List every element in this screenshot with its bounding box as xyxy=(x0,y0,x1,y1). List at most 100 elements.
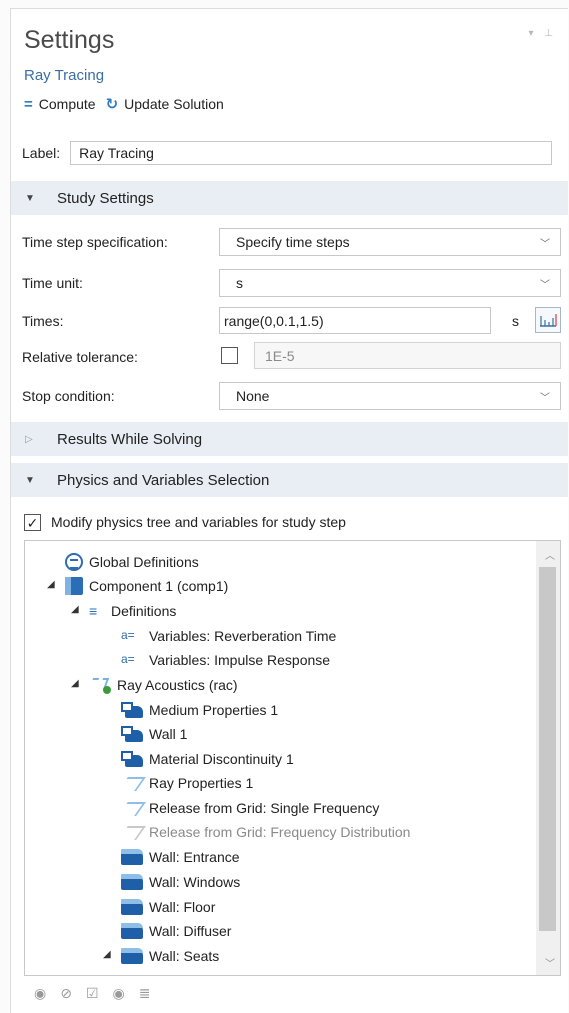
stop-condition-value: None xyxy=(236,388,270,404)
radio-icon[interactable]: ◉ xyxy=(113,985,125,1002)
wall-icon xyxy=(121,849,143,865)
tree-item-definitions[interactable]: ≡ Definitions xyxy=(89,600,176,622)
tree-scrollbar[interactable]: ︿ ﹀ xyxy=(536,541,560,975)
collapse-arrow-icon: ▼ xyxy=(25,192,35,204)
rel-tol-value: 1E-5 xyxy=(265,347,295,364)
tree-item-variables-reverberation[interactable]: a= Variables: Reverberation Time xyxy=(121,625,336,647)
disable-icon[interactable]: ⊘ xyxy=(60,985,72,1002)
chevron-down-icon: ﹀ xyxy=(540,393,550,404)
range-button[interactable] xyxy=(535,307,561,333)
section-title: Physics and Variables Selection xyxy=(57,471,270,489)
tree-item-material-discontinuity[interactable]: Material Discontinuity 1 xyxy=(121,748,294,770)
tree-item-wall-entrance[interactable]: Wall: Entrance xyxy=(121,846,240,868)
rel-tol-label: Relative tolerance: xyxy=(22,349,138,365)
scroll-down-icon[interactable]: ﹀ xyxy=(545,955,555,970)
time-unit-value: s xyxy=(236,275,243,291)
label-input[interactable] xyxy=(70,141,553,165)
refresh-icon: ↻ xyxy=(105,96,119,113)
tree-item-ray-acoustics[interactable]: Ray Acoustics (rac) xyxy=(89,674,238,696)
enable-icon[interactable]: ◉ xyxy=(34,985,46,1002)
ray-properties-icon xyxy=(121,775,143,791)
variables-icon: a= xyxy=(121,628,135,642)
compute-label: Compute xyxy=(38,96,96,112)
modify-physics-checkbox[interactable]: ✓ xyxy=(24,514,41,531)
wall-icon xyxy=(121,948,143,964)
stop-condition-row: Stop condition: xyxy=(22,388,218,404)
expand-toggle-icon[interactable]: ◢ xyxy=(71,678,79,689)
definitions-icon: ≡ xyxy=(89,603,98,619)
expand-toggle-icon[interactable]: ◢ xyxy=(103,949,111,960)
release-grid-icon xyxy=(121,800,143,816)
times-row: Times: xyxy=(22,313,218,329)
times-input[interactable]: range(0,0.1,1.5) xyxy=(219,307,491,334)
tree-item-wall-1[interactable]: Wall 1 xyxy=(121,723,187,745)
wall-icon xyxy=(121,726,143,742)
physics-tree: Global Definitions ◢ Component 1 (comp1)… xyxy=(24,540,561,976)
section-study-settings[interactable]: ▼ Study Settings xyxy=(11,181,568,215)
wall-icon xyxy=(121,923,143,939)
variables-icon: a= xyxy=(121,652,135,666)
page-subtitle: Ray Tracing xyxy=(24,67,105,84)
release-grid-disabled-icon xyxy=(121,824,143,840)
update-solution-label: Update Solution xyxy=(124,96,224,112)
tree-item-global-definitions[interactable]: Global Definitions xyxy=(65,551,199,573)
component-icon xyxy=(65,577,83,595)
variables-toolbar-icon[interactable]: ≣ xyxy=(139,985,151,1002)
tree-item-wall-seats[interactable]: Wall: Seats xyxy=(121,945,219,967)
rel-tol-row: Relative tolerance: xyxy=(22,349,218,365)
tree-item-wall-windows[interactable]: Wall: Windows xyxy=(121,871,240,893)
tree-item-release-distribution[interactable]: Release from Grid: Frequency Distributio… xyxy=(121,821,410,843)
tree-item-wall-diffuser[interactable]: Wall: Diffuser xyxy=(121,920,231,942)
tree-item-wall-floor[interactable]: Wall: Floor xyxy=(121,896,215,918)
time-unit-label: Time unit: xyxy=(22,275,83,291)
stop-condition-select[interactable]: None ﹀ xyxy=(219,382,561,410)
range-icon xyxy=(540,314,557,327)
time-step-select[interactable]: Specify time steps ﹀ xyxy=(219,228,561,256)
check-icon[interactable]: ☑ xyxy=(86,985,99,1002)
expand-toggle-icon[interactable]: ◢ xyxy=(71,604,79,615)
page-title: Settings xyxy=(24,26,115,54)
time-step-label: Time step specification: xyxy=(22,234,168,250)
tree-toolbar: ◉ ⊘ ☑ ◉ ≣ xyxy=(34,985,164,1002)
compute-icon: = xyxy=(24,95,33,113)
scroll-thumb[interactable] xyxy=(539,567,556,931)
medium-properties-icon xyxy=(121,702,143,718)
label-row: Label: xyxy=(22,141,553,165)
rel-tol-checkbox[interactable] xyxy=(221,347,238,364)
scroll-up-icon[interactable]: ︿ xyxy=(545,547,555,562)
tree-item-variables-impulse[interactable]: a= Variables: Impulse Response xyxy=(121,649,330,671)
time-unit-row: Time unit: xyxy=(22,275,218,291)
collapse-arrow-icon: ▼ xyxy=(25,474,35,486)
section-title: Results While Solving xyxy=(57,430,203,448)
stop-condition-label: Stop condition: xyxy=(22,388,115,404)
label-caption: Label: xyxy=(22,145,61,161)
wall-icon xyxy=(121,874,143,890)
toolbar: = Compute ↻ Update Solution xyxy=(24,95,234,114)
ray-acoustics-icon xyxy=(89,676,111,694)
section-physics-selection[interactable]: ▼ Physics and Variables Selection xyxy=(11,463,568,497)
modify-physics-label: Modify physics tree and variables for st… xyxy=(51,514,346,530)
time-unit-select[interactable]: s ﹀ xyxy=(219,269,561,297)
pin-icon[interactable]: ▾ ⊥ xyxy=(528,28,557,39)
update-solution-button[interactable]: ↻ Update Solution xyxy=(106,95,224,113)
expand-arrow-icon: ▷ xyxy=(25,433,33,445)
time-step-row: Time step specification: xyxy=(22,234,218,250)
chevron-down-icon: ﹀ xyxy=(540,239,550,250)
times-label: Times: xyxy=(22,313,64,329)
times-value: range(0,0.1,1.5) xyxy=(224,312,324,329)
tree-item-component[interactable]: Component 1 (comp1) xyxy=(65,575,228,597)
wall-icon xyxy=(121,899,143,915)
global-definitions-icon xyxy=(65,553,83,571)
chevron-down-icon: ﹀ xyxy=(540,280,550,291)
times-unit: s xyxy=(512,313,519,329)
section-title: Study Settings xyxy=(57,189,154,207)
tree-item-ray-properties[interactable]: Ray Properties 1 xyxy=(121,772,253,794)
expand-toggle-icon[interactable]: ◢ xyxy=(47,579,55,590)
rel-tol-input[interactable]: 1E-5 xyxy=(254,342,561,369)
tree-item-medium-properties[interactable]: Medium Properties 1 xyxy=(121,699,278,721)
tree-item-release-single[interactable]: Release from Grid: Single Frequency xyxy=(121,797,379,819)
material-discontinuity-icon xyxy=(121,751,143,767)
compute-button[interactable]: = Compute xyxy=(24,96,96,113)
section-results-while-solving[interactable]: ▷ Results While Solving xyxy=(11,422,568,456)
time-step-value: Specify time steps xyxy=(236,234,350,250)
